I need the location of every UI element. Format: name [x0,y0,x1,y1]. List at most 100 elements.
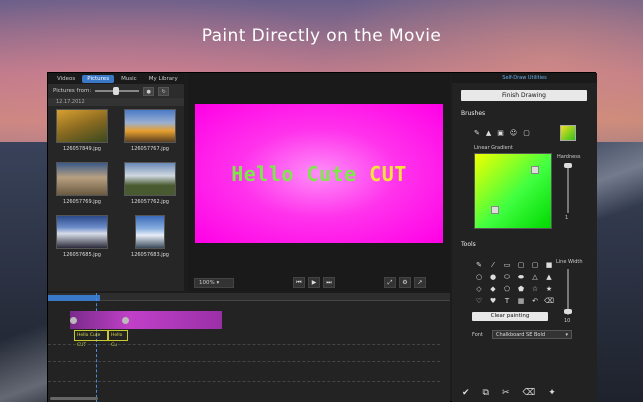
filled-heart-icon[interactable]: ♥ [486,296,500,306]
trash-icon[interactable]: ⌫ [542,296,556,306]
bucket-icon[interactable]: ▲ [486,129,491,137]
brushes-label: Brushes [461,110,486,117]
line-width-slider[interactable] [564,269,572,315]
trash-icon[interactable]: ⌫ [523,388,536,398]
thumbnail[interactable]: 126057685.jpg [52,215,112,266]
next-icon[interactable]: ⏭ [323,277,335,288]
self-draw-panel: Self-Draw Utilities Finish Drawing Brush… [452,73,597,402]
gear-icon[interactable]: ⚙ [399,277,411,288]
text-icon[interactable]: T [500,296,514,306]
triangle-icon[interactable]: △ [528,272,542,282]
thumbnail-caption: 126057762.jpg [131,199,169,205]
chevron-down-icon: ▾ [216,279,220,286]
thumbnail-caption: 126057767.jpg [131,146,169,152]
pentagon-icon[interactable]: ⬠ [500,284,514,294]
magic-wand-icon[interactable]: ✦ [548,388,556,398]
zoom-select[interactable]: 100% ▾ [194,277,234,288]
tab-my-library[interactable]: My Library [144,75,183,83]
share-icon[interactable]: ↗ [414,277,426,288]
finish-drawing-button[interactable]: Finish Drawing [461,90,587,101]
pencil-icon[interactable]: ✎ [472,260,486,270]
canvas-word-cut: CUT [369,162,407,186]
thumbnail[interactable]: 126057767.jpg [120,109,180,160]
slider-knob[interactable] [113,87,120,95]
chevron-down-icon: ▾ [565,332,568,338]
font-select[interactable]: Chalkboard SE Bold ▾ [492,330,572,339]
view-controls: ⤢ ⚙ ↗ [381,277,426,288]
previous-icon[interactable]: ⏮ [293,277,305,288]
image-icon[interactable]: ▦ [514,296,528,306]
checkmark-icon[interactable]: ✔ [462,388,470,398]
fullscreen-icon[interactable]: ⤢ [384,277,396,288]
clear-painting-button[interactable]: Clear painting [472,312,548,321]
tab-videos[interactable]: Videos [52,75,80,83]
filled-triangle-icon[interactable]: ▲ [542,272,556,282]
thumbnail-image [56,162,108,196]
thumbnail-grid: 126057849.jpg 126057767.jpg 126057769.jp… [48,106,184,266]
gradient-editor[interactable] [474,153,552,229]
smiley-icon[interactable]: ☺ [510,129,517,137]
bottom-toolbar: ✔ ⧉ ✂ ⌫ ✦ [452,382,597,402]
gradient-stop-start[interactable] [491,206,499,214]
filled-ellipse-icon[interactable]: ⬬ [514,272,528,282]
hardness-knob[interactable] [564,163,572,168]
thumbnail-size-slider[interactable] [95,87,140,95]
eraser-icon[interactable]: ▣ [497,129,504,137]
playhead[interactable] [96,293,97,402]
brush-icon[interactable]: ✎ [474,129,480,137]
timeline-scrollbar[interactable] [50,397,98,400]
timeline-position-bar [48,295,100,301]
square-brush-icon[interactable]: ▢ [523,129,530,137]
filled-pentagon-icon[interactable]: ⬟ [514,284,528,294]
ellipse-icon[interactable]: ⬭ [500,272,514,282]
track-divider [48,344,440,345]
filled-rect-icon[interactable]: ■ [542,260,556,270]
app-window: Videos Pictures Music My Library Picture… [47,72,597,402]
rect-outline-icon[interactable]: ▢ [514,260,528,270]
paint-canvas[interactable]: Hello Cute CUT [195,104,443,243]
pictures-from-label: Pictures from: [53,88,92,94]
thumbnail[interactable]: 126057849.jpg [52,109,112,160]
color-swatch[interactable] [560,125,576,141]
video-clip[interactable] [70,311,222,329]
text-clip[interactable]: Hello Cu [108,330,128,348]
playback-controls: 100% ▾ ⏮ ▶ ⏭ ⤢ ⚙ ↗ [188,274,450,291]
play-icon[interactable]: ▶ [308,277,320,288]
thumbnail-image [124,162,176,196]
tab-music[interactable]: Music [116,75,142,83]
tools-grid: ✎ ⁄ ▭ ▢ ▢ ■ ○ ● ⬭ ⬬ △ ▲ ◇ ◆ ⬠ ⬟ ☆ ★ ♡ ♥ T ▦ ↶ ⌫ [472,260,556,306]
line-icon[interactable]: ⁄ [486,260,500,270]
heart-icon[interactable]: ♡ [472,296,486,306]
thumbnail[interactable]: 126057683.jpg [120,215,180,266]
circle-icon[interactable]: ○ [472,272,486,282]
diamond-icon[interactable]: ◇ [472,284,486,294]
clip-handle-left[interactable] [70,317,77,324]
filled-circle-icon[interactable]: ● [486,272,500,282]
media-tabs: Videos Pictures Music My Library [48,73,184,84]
filled-star-icon[interactable]: ★ [542,284,556,294]
thumbnail-caption: 126057769.jpg [63,199,101,205]
brush-row: ✎ ▲ ▣ ☺ ▢ [474,129,530,137]
thumbnail[interactable]: 126057769.jpg [52,162,112,213]
undo-icon[interactable]: ↶ [528,296,542,306]
tab-pictures[interactable]: Pictures [82,74,115,83]
filled-diamond-icon[interactable]: ◆ [486,284,500,294]
rounded-rect-icon[interactable]: ▢ [528,260,542,270]
person-icon[interactable]: ● [143,86,155,96]
video-preview: Hello Cute CUT 100% ▾ ⏮ ▶ ⏭ ⤢ ⚙ ↗ [188,73,450,291]
rect-icon[interactable]: ▭ [500,260,514,270]
text-clip[interactable]: Hello Cute CUT [74,330,108,348]
hardness-slider[interactable] [564,163,572,213]
clip-handle-right[interactable] [122,317,129,324]
line-width-knob[interactable] [564,309,572,314]
star-icon[interactable]: ☆ [528,284,542,294]
thumbnail-image [56,109,108,143]
copy-icon[interactable]: ⧉ [483,388,489,398]
headline: Paint Directly on the Movie [201,26,442,46]
thumbnail[interactable]: 126057762.jpg [120,162,180,213]
gradient-stop-end[interactable] [531,166,539,174]
line-width-value: 10 [564,318,571,324]
refresh-icon[interactable]: ↻ [158,86,170,96]
scissors-icon[interactable]: ✂ [502,388,510,398]
timeline: Hello Cute CUT Hello Cu [48,293,450,402]
